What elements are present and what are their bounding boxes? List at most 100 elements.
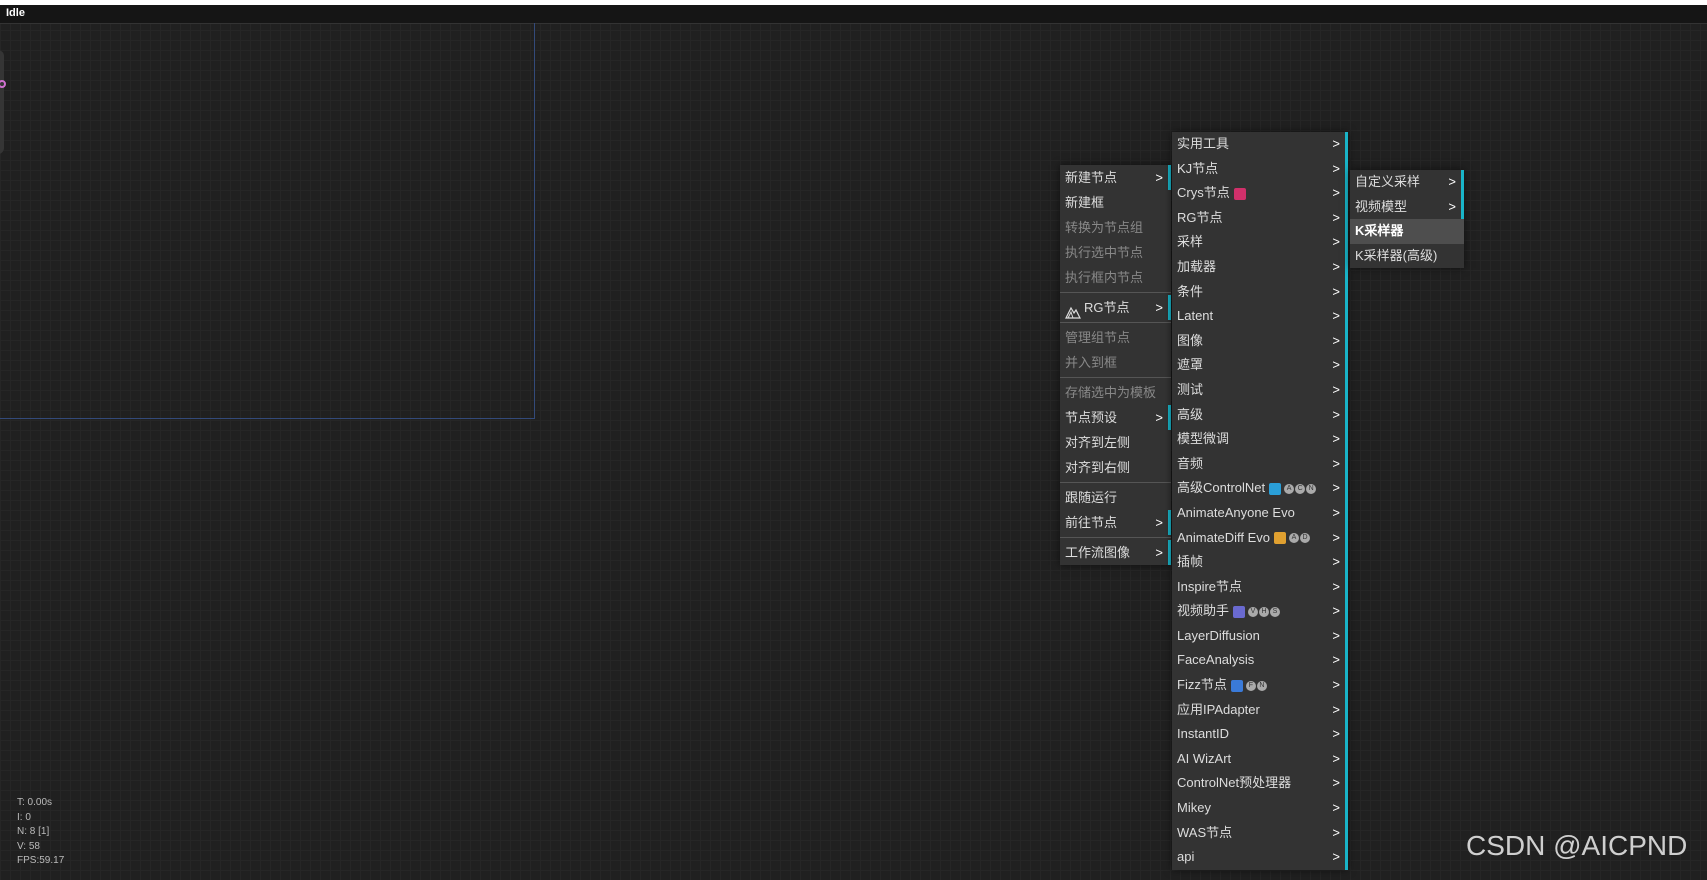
- letter-badge: H: [1259, 606, 1270, 617]
- context-menu-item[interactable]: RG节点 >: [1060, 295, 1171, 320]
- node-category-item-label: 实用工具: [1177, 136, 1230, 151]
- chevron-right-icon: >: [1332, 627, 1340, 643]
- letter-badge: S: [1270, 606, 1281, 617]
- chevron-right-icon: >: [1332, 234, 1340, 250]
- chevron-right-icon: >: [1332, 308, 1340, 324]
- context-menu-item-label: 转换为节点组: [1065, 220, 1144, 235]
- sampler-menu-item[interactable]: K采样器: [1350, 219, 1464, 244]
- node-category-item-label: 加载器: [1177, 258, 1217, 274]
- node-category-item[interactable]: 音频 >: [1172, 451, 1348, 477]
- node-category-item-label: Crys节点: [1177, 185, 1230, 201]
- node-category-item[interactable]: Fizz节点 F N >: [1172, 673, 1348, 698]
- node-category-item[interactable]: Inspire节点 >: [1172, 574, 1348, 600]
- context-menu-item-label: 并入到框: [1065, 355, 1118, 370]
- node-category-item[interactable]: 应用IPAdapter >: [1172, 697, 1348, 723]
- node-category-item[interactable]: LayerDiffusion >: [1172, 623, 1348, 649]
- context-menu-item-label: 执行选中节点: [1065, 245, 1144, 260]
- node-category-item[interactable]: KJ节点 >: [1172, 156, 1348, 182]
- node-category-item[interactable]: 视频助手 V H S >: [1172, 599, 1348, 624]
- mountain-icon: [1065, 302, 1081, 319]
- context-menu-item[interactable]: 工作流图像 >: [1060, 540, 1171, 565]
- context-menu-item[interactable]: 新建节点 >: [1060, 165, 1171, 190]
- controlnet-icon: [1269, 482, 1282, 495]
- node-category-item-label: LayerDiffusion: [1177, 627, 1260, 643]
- node-category-item[interactable]: 遮罩 >: [1172, 353, 1348, 378]
- chevron-right-icon: >: [1332, 750, 1340, 766]
- context-menu-item-label: 存储选中为模板: [1065, 385, 1157, 400]
- context-menu-item-label: 对齐到左侧: [1065, 435, 1131, 450]
- context-menu-item-label: 新建框: [1065, 195, 1105, 210]
- node-category-item-label: Latent: [1177, 308, 1214, 324]
- node-category-item[interactable]: WAS节点 >: [1172, 820, 1348, 846]
- node-category-item[interactable]: RG节点 >: [1172, 205, 1348, 231]
- node-category-item-label: KJ节点: [1177, 160, 1219, 176]
- context-menu-item[interactable]: 前往节点 >: [1060, 510, 1171, 535]
- context-menu-item[interactable]: 节点预设 >: [1060, 405, 1171, 430]
- sampler-menu-item[interactable]: 自定义采样 >: [1350, 170, 1464, 195]
- node-category-item[interactable]: 采样 >: [1172, 230, 1348, 255]
- chevron-right-icon: >: [1332, 726, 1340, 742]
- node-category-item-label: AnimateAnyone Evo: [1177, 504, 1295, 520]
- node-category-item[interactable]: 实用工具 >: [1172, 132, 1348, 157]
- node-category-item-label: Fizz节点: [1177, 677, 1227, 693]
- node-category-item[interactable]: ControlNet预处理器 >: [1172, 771, 1348, 797]
- context-menu-item-label: 对齐到右侧: [1065, 460, 1131, 475]
- menu-separator: [1060, 292, 1171, 293]
- sampler-menu-item[interactable]: K采样器(高级): [1350, 244, 1464, 269]
- chevron-right-icon: >: [1332, 677, 1340, 693]
- context-menu-item[interactable]: 对齐到左侧: [1060, 430, 1171, 455]
- node-category-item-label: 模型微调: [1177, 431, 1230, 447]
- node-category-item[interactable]: 高级ControlNet A C N >: [1172, 476, 1348, 501]
- chevron-right-icon: >: [1332, 185, 1340, 201]
- chevron-right-icon: >: [1332, 283, 1340, 299]
- chevron-right-icon: >: [1332, 775, 1340, 791]
- node-category-item-label: 应用IPAdapter: [1177, 701, 1260, 717]
- node-category-item-label: 条件: [1177, 283, 1204, 299]
- context-menu-item-label: 执行框内节点: [1065, 270, 1144, 285]
- node-category-item-label: ControlNet预处理器: [1177, 775, 1292, 791]
- chevron-right-icon: >: [1332, 824, 1340, 840]
- node-category-item-label: AnimateDiff Evo: [1177, 529, 1270, 545]
- context-menu-item-label: RG节点: [1084, 300, 1130, 315]
- node-category-item[interactable]: AnimateAnyone Evo >: [1172, 500, 1348, 526]
- status-text: Idle: [6, 7, 25, 19]
- context-menu-item[interactable]: 跟随运行: [1060, 485, 1171, 510]
- node-category-item[interactable]: AnimateDiff Evo A D >: [1172, 525, 1348, 551]
- stat-time: T: 0.00s: [17, 797, 53, 808]
- node-category-item[interactable]: Crys节点 >: [1172, 181, 1348, 206]
- chevron-right-icon: >: [1332, 455, 1340, 471]
- node-category-item[interactable]: 测试 >: [1172, 377, 1348, 403]
- node-group-frame[interactable]: [0, 23, 535, 419]
- node-category-item-label: FaceAnalysis: [1177, 652, 1255, 668]
- chevron-right-icon: >: [1332, 258, 1340, 274]
- status-bar: Idle: [0, 5, 1707, 24]
- stat-iterations: I: 0: [17, 811, 31, 823]
- node-category-item[interactable]: 条件 >: [1172, 279, 1348, 305]
- menu-separator: [1060, 537, 1171, 538]
- node-category-item[interactable]: FaceAnalysis >: [1172, 648, 1348, 674]
- node-category-item[interactable]: 图像 >: [1172, 328, 1348, 354]
- context-menu-item: 转换为节点组: [1060, 215, 1171, 240]
- node-category-item[interactable]: InstantID >: [1172, 722, 1348, 747]
- chevron-right-icon: >: [1332, 849, 1340, 865]
- chevron-right-icon: >: [1332, 504, 1340, 520]
- sampler-menu-item[interactable]: 视频模型 >: [1350, 194, 1464, 219]
- context-menu-item: 管理组节点: [1060, 325, 1171, 350]
- context-menu-item[interactable]: 新建框: [1060, 190, 1171, 215]
- node-category-item-label: Mikey: [1177, 800, 1211, 816]
- context-menu-item-label: 新建节点: [1065, 170, 1118, 185]
- context-menu-item[interactable]: 对齐到右侧: [1060, 455, 1171, 480]
- node-category-item[interactable]: Latent >: [1172, 304, 1348, 329]
- node-category-item[interactable]: 加载器 >: [1172, 254, 1348, 280]
- context-menu-item-label: 跟随运行: [1065, 490, 1118, 505]
- node-category-menu: 实用工具 > KJ节点 > Crys节点 > RG节点 > 采样 > 加载器 > 条件 > Latent > 图…: [1172, 132, 1348, 870]
- node-category-item[interactable]: AI WizArt >: [1172, 746, 1348, 772]
- node-category-item[interactable]: 插帧 >: [1172, 550, 1348, 575]
- node-category-item[interactable]: 模型微调 >: [1172, 427, 1348, 452]
- node-category-item[interactable]: Mikey >: [1172, 796, 1348, 821]
- node-category-item[interactable]: api >: [1172, 845, 1348, 870]
- node-category-item[interactable]: 高级 >: [1172, 402, 1348, 428]
- letter-badge: N: [1256, 680, 1267, 691]
- partial-node[interactable]: [0, 50, 4, 154]
- node-category-item-label: 测试: [1177, 381, 1204, 397]
